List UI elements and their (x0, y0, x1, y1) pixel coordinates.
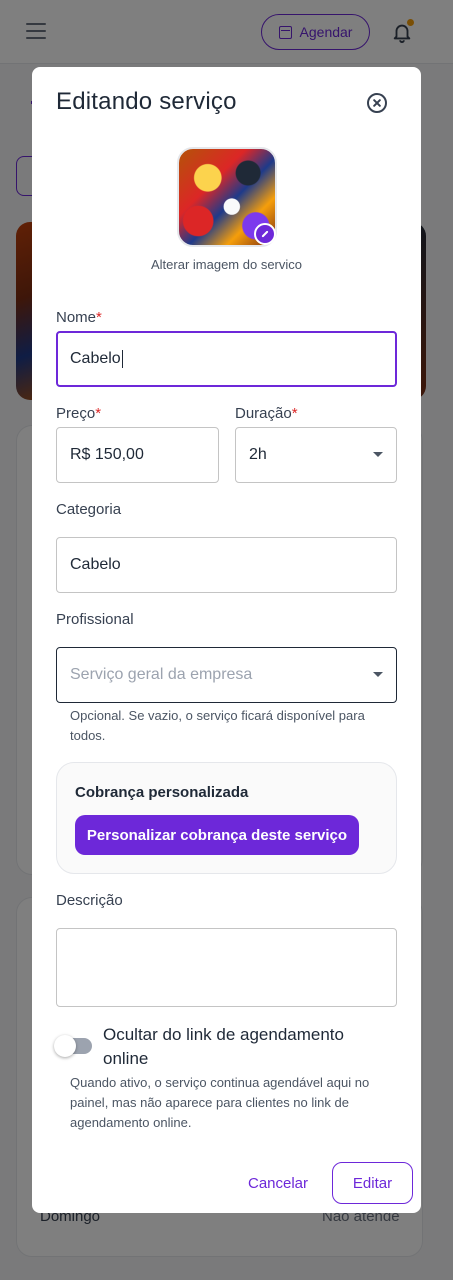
pencil-icon (261, 230, 269, 238)
duration-value: 2h (249, 446, 267, 463)
modal-title: Editando serviço (56, 88, 237, 115)
edit-service-modal: Editando serviço Alterar imagem do servi… (32, 67, 421, 1213)
description-textarea[interactable] (56, 928, 397, 1007)
dropdown-arrow-icon (373, 452, 383, 457)
professional-helper: Opcional. Se vazio, o serviço ficará dis… (70, 708, 365, 743)
toggle-knob (54, 1035, 76, 1057)
name-value: Cabelo (70, 350, 121, 367)
hide-online-label[interactable]: Ocultar do link de agendamento online (103, 1023, 383, 1071)
image-caption[interactable]: Alterar imagem do servico (32, 257, 421, 272)
text-caret (121, 350, 123, 368)
category-input[interactable]: Cabelo (56, 537, 397, 593)
hide-online-helper: Quando ativo, o serviço continua agendáv… (70, 1075, 370, 1130)
customize-billing-button[interactable]: Personalizar cobrança deste serviço (75, 815, 359, 855)
price-value: R$ 150,00 (70, 446, 144, 463)
duration-select[interactable]: 2h (235, 427, 397, 483)
duration-label: Duração* (235, 405, 298, 422)
name-label: Nome* (56, 309, 102, 326)
close-icon[interactable] (367, 93, 387, 113)
cancel-button[interactable]: Cancelar (240, 1162, 316, 1204)
professional-select[interactable]: Serviço geral da empresa (56, 647, 397, 703)
dropdown-arrow-icon (373, 672, 383, 677)
custom-billing-title: Cobrança personalizada (75, 784, 249, 801)
category-label: Categoria (56, 501, 122, 518)
name-input[interactable]: Cabelo (56, 331, 397, 387)
description-label: Descrição (56, 892, 123, 909)
edit-image-button[interactable] (254, 223, 276, 245)
professional-label: Profissional (56, 611, 134, 628)
hide-online-toggle[interactable] (54, 1035, 92, 1057)
submit-edit-button[interactable]: Editar (332, 1162, 413, 1204)
professional-placeholder: Serviço geral da empresa (70, 666, 253, 683)
price-input[interactable]: R$ 150,00 (56, 427, 219, 483)
category-value: Cabelo (70, 556, 121, 573)
custom-billing-card: Cobrança personalizada Personalizar cobr… (56, 762, 397, 874)
price-label: Preço* (56, 405, 102, 422)
